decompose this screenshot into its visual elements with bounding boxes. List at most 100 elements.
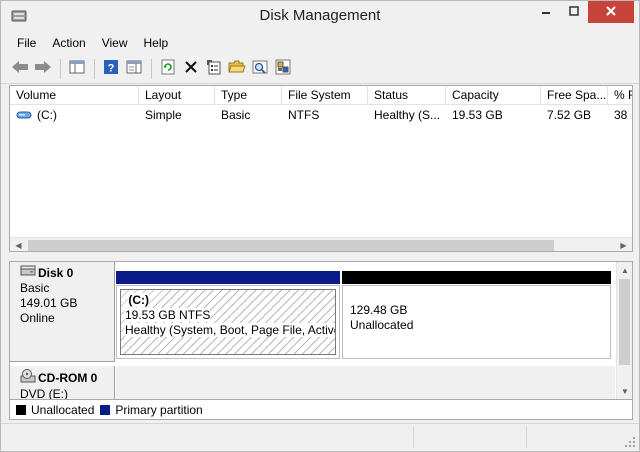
column-header-percent-free[interactable]: % F <box>608 86 632 105</box>
pane-splitter[interactable] <box>1 253 639 261</box>
cell-percent-free: 38 <box>614 108 628 122</box>
disk-0-size: 149.01 GB <box>20 296 78 310</box>
cell-capacity: 19.53 GB <box>452 108 503 122</box>
help-button[interactable]: ? <box>100 58 122 80</box>
scroll-up-button[interactable]: ▲ <box>617 262 632 278</box>
chevron-right-icon: ▶ <box>620 241 627 250</box>
show-hide-console-tree-button[interactable] <box>66 58 88 80</box>
partition-c[interactable]: (C:) 19.53 GB NTFS Healthy (System, Boot… <box>116 271 340 359</box>
cdrom-0-media-area[interactable] <box>116 366 615 399</box>
explore-icon <box>252 59 268 78</box>
volume-name: (C:) <box>37 108 57 122</box>
primary-partition-bar <box>116 271 340 284</box>
settings-icon <box>275 59 291 78</box>
scroll-right-button[interactable]: ▶ <box>615 238 632 251</box>
status-bar-divider <box>413 426 414 448</box>
scroll-down-button[interactable]: ▼ <box>617 383 632 399</box>
partition-c-status: Healthy (System, Boot, Page File, Active… <box>125 323 335 338</box>
unallocated-size: 129.48 GB <box>350 303 408 317</box>
column-header-free-space[interactable]: Free Spa... <box>541 86 608 105</box>
refresh-button[interactable] <box>157 58 179 80</box>
unallocated-status: Unallocated <box>350 318 414 332</box>
disk-management-window: Disk Management File Action View Help ? <box>0 0 640 452</box>
minimize-button[interactable] <box>531 1 561 23</box>
column-header-status[interactable]: Status <box>368 86 446 105</box>
unallocated-text: 129.48 GB Unallocated <box>346 289 607 355</box>
console-tree-icon <box>69 60 85 77</box>
unallocated-space[interactable]: 129.48 GB Unallocated <box>342 271 611 359</box>
cell-volume: (C:) <box>10 106 139 124</box>
back-button[interactable] <box>9 58 31 80</box>
disk-icon <box>20 265 38 281</box>
disk-0-name: Disk 0 <box>38 265 74 280</box>
cdrom-0-title: CD-ROM 0 <box>20 369 114 387</box>
cell-status: Healthy (S... <box>374 108 441 122</box>
disk-0-kind: Basic <box>20 281 50 295</box>
legend-label-unallocated: Unallocated <box>31 402 95 417</box>
delete-button[interactable] <box>180 58 202 80</box>
resize-grip-icon[interactable] <box>624 436 636 448</box>
maximize-icon <box>569 5 579 19</box>
explore-button[interactable] <box>249 58 271 80</box>
forward-arrow-icon <box>34 60 52 77</box>
svg-text:?: ? <box>108 63 115 75</box>
toolbar-separator <box>94 58 95 79</box>
partition-c-label-text: (C:) <box>128 293 149 307</box>
close-button[interactable] <box>588 1 634 23</box>
chevron-down-icon: ▼ <box>621 386 629 396</box>
cdrom-0-label[interactable]: CD-ROM 0 DVD (E:) <box>10 366 115 399</box>
toolbar: ? <box>1 54 639 84</box>
close-icon <box>605 5 617 20</box>
settings-button[interactable] <box>272 58 294 80</box>
partition-c-selected: (C:) 19.53 GB NTFS Healthy (System, Boot… <box>120 289 336 355</box>
disk-0-label[interactable]: Disk 0 Basic 149.01 GB Online <box>10 262 115 362</box>
partition-c-box: (C:) 19.53 GB NTFS Healthy (System, Boot… <box>116 285 340 359</box>
scroll-thumb[interactable] <box>619 279 630 365</box>
column-header-volume[interactable]: Volume <box>10 86 139 105</box>
legend: Unallocated Primary partition <box>9 400 633 420</box>
help-icon: ? <box>103 59 119 78</box>
forward-button[interactable] <box>32 58 54 80</box>
column-header-layout[interactable]: Layout <box>139 86 215 105</box>
legend-swatch-primary-partition <box>100 404 111 415</box>
disk-0-state: Online <box>20 311 55 325</box>
refresh-icon <box>160 59 176 78</box>
menu-bar: File Action View Help <box>1 32 639 54</box>
cell-layout: Simple <box>145 108 182 122</box>
delete-icon <box>184 60 198 77</box>
properties-icon <box>206 59 222 78</box>
properties-pane-icon <box>126 60 142 77</box>
disk-graphical-view[interactable]: Disk 0 Basic 149.01 GB Online (C:) 19.53… <box>9 261 633 400</box>
volume-list[interactable]: Volume Layout Type File System Status Ca… <box>9 85 633 252</box>
legend-label-primary-partition: Primary partition <box>115 402 203 417</box>
unallocated-box: 129.48 GB Unallocated <box>342 285 611 359</box>
cell-type: Basic <box>221 108 251 122</box>
toolbar-separator <box>60 58 61 79</box>
chevron-up-icon: ▲ <box>621 265 629 275</box>
volume-list-horizontal-scrollbar[interactable]: ◀ ▶ <box>10 237 632 251</box>
column-header-type[interactable]: Type <box>215 86 282 105</box>
unallocated-bar <box>342 271 611 284</box>
properties-button[interactable] <box>203 58 225 80</box>
volume-list-header: Volume Layout Type File System Status Ca… <box>10 86 632 105</box>
open-button[interactable] <box>226 58 248 80</box>
title-bar: Disk Management <box>1 1 639 32</box>
menu-help[interactable]: Help <box>136 36 177 50</box>
back-arrow-icon <box>11 60 29 77</box>
table-row[interactable]: (C:) Simple Basic NTFS Healthy (S... 19.… <box>10 106 632 124</box>
menu-file[interactable]: File <box>9 36 44 50</box>
menu-action[interactable]: Action <box>44 36 93 50</box>
cdrom-0-name: CD-ROM 0 <box>38 370 98 385</box>
column-header-capacity[interactable]: Capacity <box>446 86 541 105</box>
partition-c-label: (C:) <box>125 293 331 308</box>
open-folder-icon <box>228 60 246 77</box>
scroll-thumb[interactable] <box>28 240 554 251</box>
scroll-left-button[interactable]: ◀ <box>10 238 27 251</box>
maximize-button[interactable] <box>561 1 587 23</box>
column-header-file-system[interactable]: File System <box>282 86 368 105</box>
partition-c-status-text: Healthy (System, Boot, Page File, Active… <box>125 323 335 337</box>
drive-icon <box>16 107 32 124</box>
menu-view[interactable]: View <box>94 36 136 50</box>
properties-pane-button[interactable] <box>123 58 145 80</box>
disk-view-vertical-scrollbar[interactable]: ▲ ▼ <box>616 262 632 399</box>
